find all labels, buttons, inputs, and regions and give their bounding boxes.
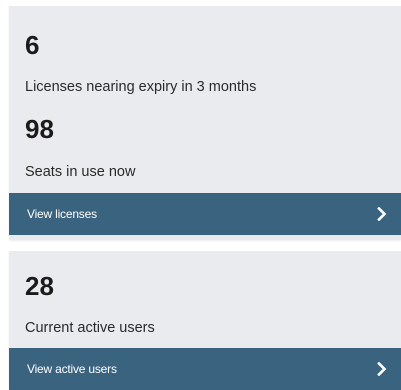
- expiring-licenses-label: Licenses nearing expiry in 3 months: [25, 79, 257, 95]
- expiring-licenses-count: 6: [25, 30, 40, 60]
- view-licenses-link[interactable]: View licenses: [9, 193, 401, 235]
- chevron-right-icon: [377, 207, 387, 221]
- view-active-users-link[interactable]: View active users: [9, 348, 401, 390]
- seats-in-use-count: 98: [25, 114, 54, 144]
- view-licenses-label: View licenses: [27, 207, 97, 221]
- active-users-card: 28 Current active users View active user…: [9, 251, 401, 390]
- licenses-card: 6 Licenses nearing expiry in 3 months 98…: [9, 6, 401, 240]
- dashboard-widgets: 6 Licenses nearing expiry in 3 months 98…: [0, 0, 401, 390]
- view-active-users-label: View active users: [27, 362, 117, 376]
- chevron-right-icon: [377, 362, 387, 376]
- active-users-count: 28: [25, 271, 54, 301]
- active-users-label: Current active users: [25, 320, 155, 336]
- seats-in-use-label: Seats in use now: [25, 164, 136, 180]
